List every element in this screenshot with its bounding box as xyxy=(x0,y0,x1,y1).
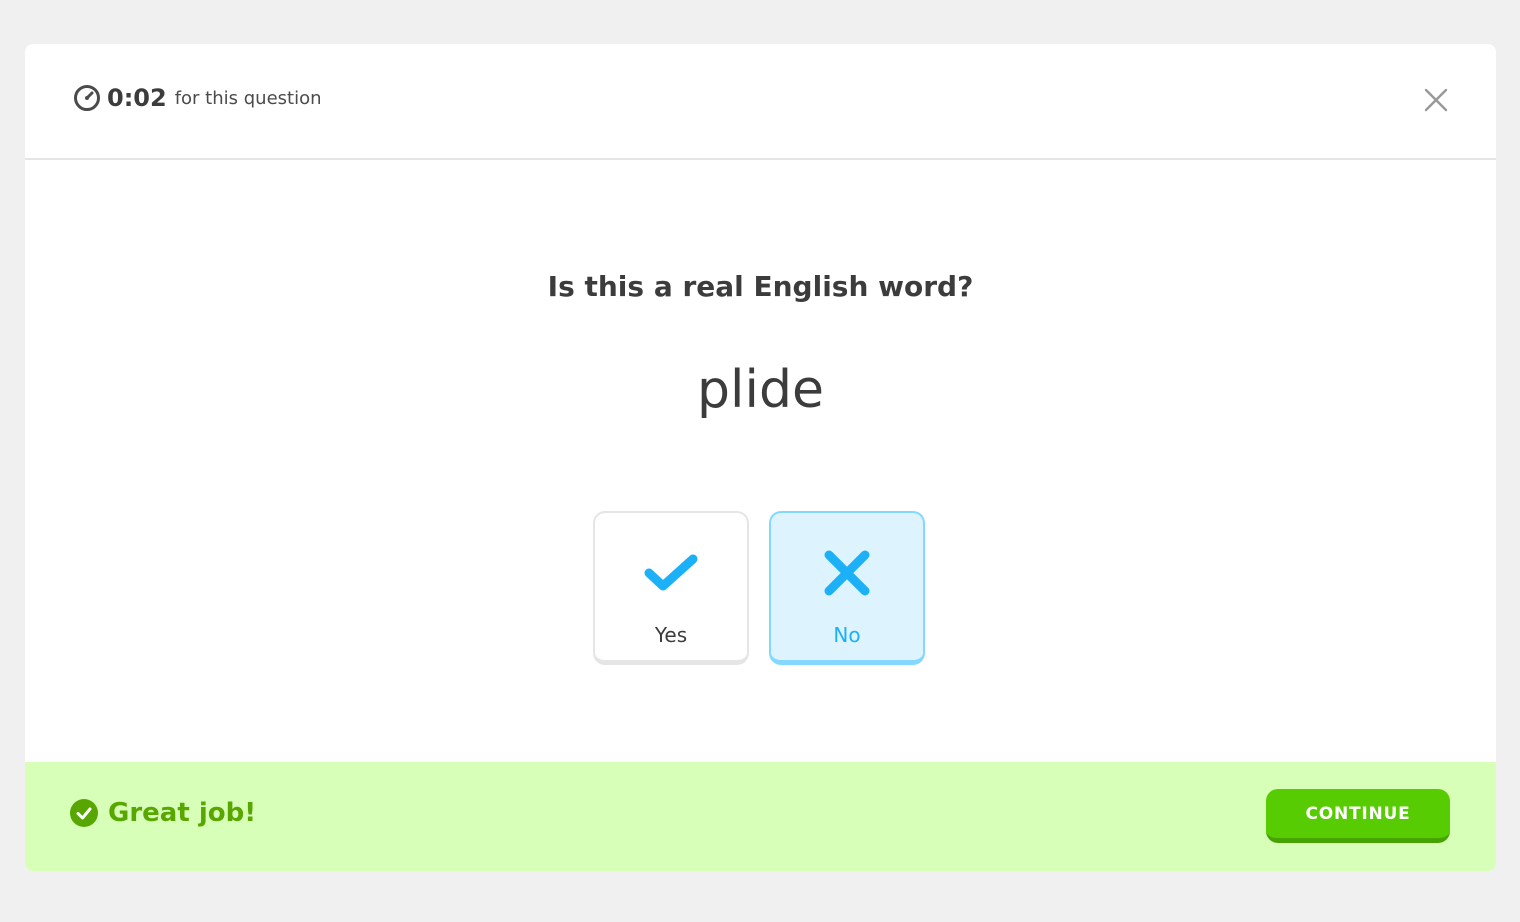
close-icon xyxy=(1424,88,1448,116)
feedback-footer: Great job! CONTINUE xyxy=(25,762,1496,871)
no-choice-label: No xyxy=(833,623,861,647)
timer-label: for this question xyxy=(174,87,322,109)
timer-value: 0:02 xyxy=(107,84,167,112)
continue-button[interactable]: CONTINUE xyxy=(1266,789,1450,843)
stopwatch-icon xyxy=(73,84,101,112)
question-timer: 0:02 for this question xyxy=(73,84,322,112)
close-button[interactable] xyxy=(1416,82,1456,122)
x-icon xyxy=(819,549,875,597)
no-choice-button[interactable]: No xyxy=(769,511,925,665)
check-circle-icon xyxy=(70,799,98,827)
exercise-card: 0:02 for this question Is this a real En… xyxy=(25,44,1496,871)
yes-choice-button[interactable]: Yes xyxy=(593,511,749,665)
question-word: plide xyxy=(697,360,824,420)
question-prompt: Is this a real English word? xyxy=(547,270,974,303)
checkmark-icon xyxy=(643,549,699,597)
feedback-text: Great job! xyxy=(108,798,257,828)
answer-choices: Yes No xyxy=(593,511,925,665)
yes-choice-label: Yes xyxy=(654,623,688,647)
exercise-header: 0:02 for this question xyxy=(25,44,1496,160)
feedback-message: Great job! xyxy=(70,798,256,828)
